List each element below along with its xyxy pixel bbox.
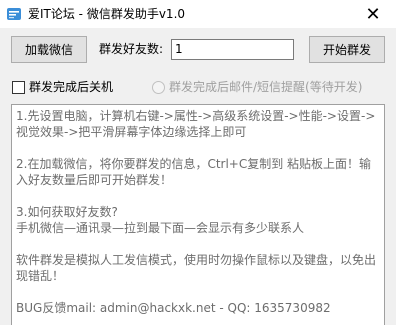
shutdown-label: 群发完成后关机 [29,80,114,94]
close-button[interactable]: ✕ [350,0,396,28]
close-icon: ✕ [365,3,381,25]
instruction-step-1: 1.先设置电脑，计算机右键->属性->高级系统设置->性能->设置->视觉效果-… [16,109,376,139]
title-bar[interactable]: 爱IT论坛 - 微信群发助手v1.0 ✕ [0,0,396,28]
notify-option: 群发完成后邮件/短信提醒(等待开发) [152,80,362,94]
instruction-step-3: 3.如何获取好友数? 手机微信—通讯录—拉到最下面—会显示有多少联系人 [16,205,305,235]
shutdown-checkbox[interactable] [12,80,25,94]
app-logo-icon [7,8,21,20]
instruction-step-2: 2.在加载微信，将你要群发的信息，Ctrl+C复制到 粘贴板上面！输入好友数量后… [16,157,372,187]
load-wechat-label: 加载微信 [24,43,73,57]
window-title: 爱IT论坛 - 微信群发助手v1.0 [28,7,186,21]
friend-count-label: 群发好友数: [99,42,164,56]
notify-radio [152,80,165,94]
instructions-textbox[interactable]: 1.先设置电脑，计算机右键->属性->高级系统设置->性能->设置->视觉效果-… [11,104,385,325]
start-broadcast-label: 开始群发 [322,43,371,57]
friend-count-input[interactable]: 1 [171,39,294,60]
shutdown-option[interactable]: 群发完成后关机 [12,80,113,94]
notify-label: 群发完成后邮件/短信提醒(等待开发) [169,80,363,94]
instruction-warning: 软件群发是模拟人工发信模式，使用时勿操作鼠标以及键盘，以免出现错乱！ [16,253,377,283]
instruction-contact: BUG反馈mail: admin@hackxk.net - QQ: 163573… [16,301,331,315]
app-window: 爱IT论坛 - 微信群发助手v1.0 ✕ 加载微信 群发好友数: 1 开始群发 … [0,0,396,325]
load-wechat-button[interactable]: 加载微信 [11,36,87,63]
start-broadcast-button[interactable]: 开始群发 [309,36,385,63]
